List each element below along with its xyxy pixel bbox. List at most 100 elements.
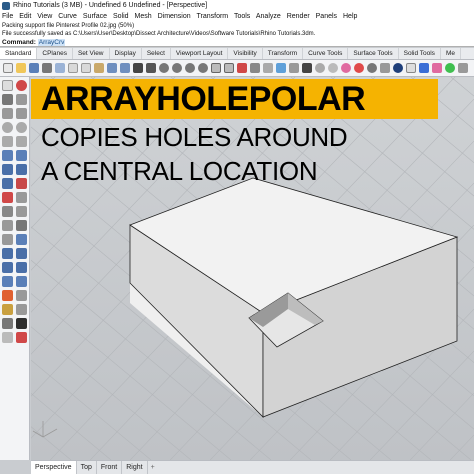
mirror-icon[interactable] xyxy=(16,262,27,273)
lock-objects-icon[interactable] xyxy=(263,63,273,73)
boolean-union-icon[interactable] xyxy=(2,178,13,189)
light-icon[interactable] xyxy=(367,63,377,73)
open-folder-icon[interactable] xyxy=(16,63,26,73)
point-icon[interactable] xyxy=(16,80,27,91)
text-icon[interactable] xyxy=(2,290,13,301)
paste-icon[interactable] xyxy=(94,63,104,73)
save-icon[interactable] xyxy=(29,63,39,73)
command-input[interactable]: ArrayCrv xyxy=(37,39,66,46)
zoom-extents-icon[interactable] xyxy=(185,63,195,73)
array-icon[interactable] xyxy=(2,276,13,287)
redo-icon[interactable] xyxy=(120,63,130,73)
curve-icon[interactable] xyxy=(2,108,13,119)
tab-cplanes[interactable]: CPlanes xyxy=(37,48,73,59)
object-properties-icon[interactable] xyxy=(289,63,299,73)
boolean-difference-icon[interactable] xyxy=(16,178,27,189)
wireframe-icon[interactable] xyxy=(302,63,312,73)
menu-render[interactable]: Render xyxy=(287,13,310,20)
viewport-tab-right[interactable]: Right xyxy=(122,461,148,474)
tab-transform[interactable]: Transform xyxy=(263,48,304,59)
polygon-icon[interactable] xyxy=(16,136,27,147)
tab-standard[interactable]: Standard xyxy=(0,48,38,59)
rectangle-icon[interactable] xyxy=(2,136,13,147)
scale-icon[interactable] xyxy=(2,262,13,273)
polyline-icon[interactable] xyxy=(2,94,13,105)
maximize-viewport-icon[interactable] xyxy=(224,63,234,73)
tab-surface-tools[interactable]: Surface Tools xyxy=(348,48,399,59)
select-all-icon[interactable] xyxy=(237,63,247,73)
dimension-icon[interactable] xyxy=(16,290,27,301)
fillet-icon[interactable] xyxy=(2,192,13,203)
add-viewport-icon[interactable]: + xyxy=(148,461,158,474)
delete-icon[interactable] xyxy=(16,332,27,343)
extrude-surface-icon[interactable] xyxy=(16,150,27,161)
tab-solid-tools[interactable]: Solid Tools xyxy=(399,48,441,59)
ungroup-icon[interactable] xyxy=(16,304,27,315)
menu-panels[interactable]: Panels xyxy=(316,13,337,20)
split-icon[interactable] xyxy=(2,220,13,231)
menu-dimension[interactable]: Dimension xyxy=(158,13,191,20)
offset-icon[interactable] xyxy=(2,206,13,217)
cut-icon[interactable] xyxy=(68,63,78,73)
circle-icon[interactable] xyxy=(2,122,13,133)
more-tools-icon[interactable] xyxy=(458,63,468,73)
menu-help[interactable]: Help xyxy=(343,13,357,20)
menu-mesh[interactable]: Mesh xyxy=(135,13,152,20)
menu-curve[interactable]: Curve xyxy=(58,13,77,20)
check-icon[interactable] xyxy=(16,318,27,329)
group-icon[interactable] xyxy=(2,304,13,315)
zoom-selected-icon[interactable] xyxy=(198,63,208,73)
explode-icon[interactable] xyxy=(2,234,13,245)
menu-surface[interactable]: Surface xyxy=(83,13,107,20)
menu-analyze[interactable]: Analyze xyxy=(256,13,281,20)
array-polar-icon[interactable] xyxy=(16,276,27,287)
render-sphere-icon[interactable] xyxy=(354,63,364,73)
tab-set-view[interactable]: Set View xyxy=(73,48,110,59)
rotate-view-icon[interactable] xyxy=(146,63,156,73)
chamfer-icon[interactable] xyxy=(16,192,27,203)
four-viewports-icon[interactable] xyxy=(211,63,221,73)
environment-icon[interactable] xyxy=(393,63,403,73)
select-arrow-icon[interactable] xyxy=(2,80,13,91)
copy-object-icon[interactable] xyxy=(2,248,13,259)
tab-curve-tools[interactable]: Curve Tools xyxy=(303,48,349,59)
pan-icon[interactable] xyxy=(133,63,143,73)
menu-solid[interactable]: Solid xyxy=(113,13,129,20)
layer-icon[interactable] xyxy=(276,63,286,73)
tab-mesh-tools[interactable]: Me xyxy=(441,48,461,59)
record-icon[interactable] xyxy=(445,63,455,73)
surface-icon[interactable] xyxy=(2,150,13,161)
shaded-icon[interactable] xyxy=(315,63,325,73)
analyze-icon[interactable] xyxy=(2,332,13,343)
rendered-icon[interactable] xyxy=(328,63,338,73)
hide-objects-icon[interactable] xyxy=(250,63,260,73)
zoom-window-icon[interactable] xyxy=(172,63,182,73)
menu-file[interactable]: File xyxy=(2,13,13,20)
paint-icon[interactable] xyxy=(432,63,442,73)
menu-tools[interactable]: Tools xyxy=(234,13,250,20)
material-sphere-icon[interactable] xyxy=(341,63,351,73)
undo-icon[interactable] xyxy=(107,63,117,73)
extrude-solid-icon[interactable] xyxy=(16,164,27,175)
trim-icon[interactable] xyxy=(16,206,27,217)
tab-viewport-layout[interactable]: Viewport Layout xyxy=(171,48,229,59)
viewport-tab-top[interactable]: Top xyxy=(77,461,97,474)
line-icon[interactable] xyxy=(16,94,27,105)
rotate-icon[interactable] xyxy=(16,248,27,259)
snap-icon[interactable] xyxy=(2,318,13,329)
options-icon[interactable] xyxy=(406,63,416,73)
tab-display[interactable]: Display xyxy=(110,48,142,59)
print-icon[interactable] xyxy=(42,63,52,73)
box-icon[interactable] xyxy=(2,164,13,175)
move-icon[interactable] xyxy=(16,234,27,245)
viewport-tab-perspective[interactable]: Perspective xyxy=(31,461,77,474)
tab-visibility[interactable]: Visibility xyxy=(228,48,263,59)
arc-icon[interactable] xyxy=(16,122,27,133)
tab-select[interactable]: Select xyxy=(142,48,171,59)
join-icon[interactable] xyxy=(16,220,27,231)
menu-edit[interactable]: Edit xyxy=(19,13,31,20)
help-icon[interactable] xyxy=(419,63,429,73)
menu-transform[interactable]: Transform xyxy=(196,13,228,20)
copy-icon[interactable] xyxy=(81,63,91,73)
viewport-tab-front[interactable]: Front xyxy=(97,461,123,474)
